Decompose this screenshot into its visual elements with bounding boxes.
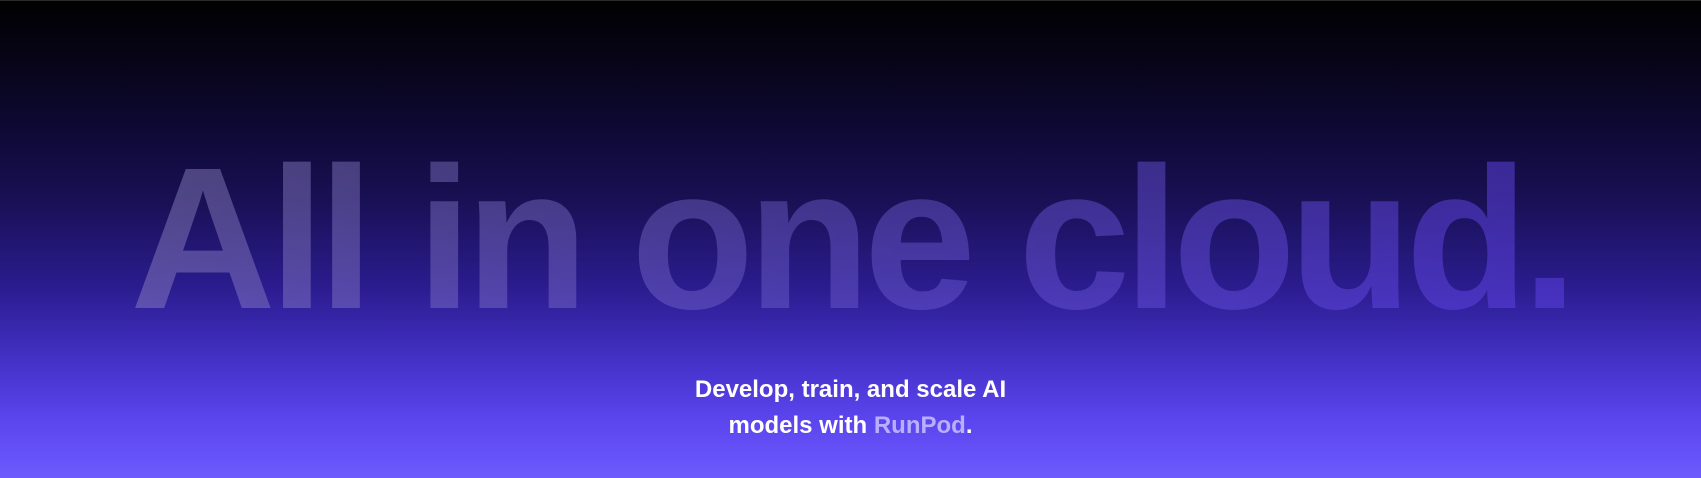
hero-section: All in one cloud. Develop, train, and sc…: [0, 0, 1701, 478]
hero-tagline: Develop, train, and scale AI models with…: [0, 372, 1701, 444]
tagline-line-1: Develop, train, and scale AI: [694, 376, 1007, 403]
brand-name: RunPod: [873, 412, 966, 439]
tagline-line-2-prefix: models with: [728, 412, 874, 439]
tagline-period: .: [965, 412, 973, 439]
hero-headline: All in one cloud.: [0, 118, 1701, 358]
top-divider: [0, 0, 1701, 1]
